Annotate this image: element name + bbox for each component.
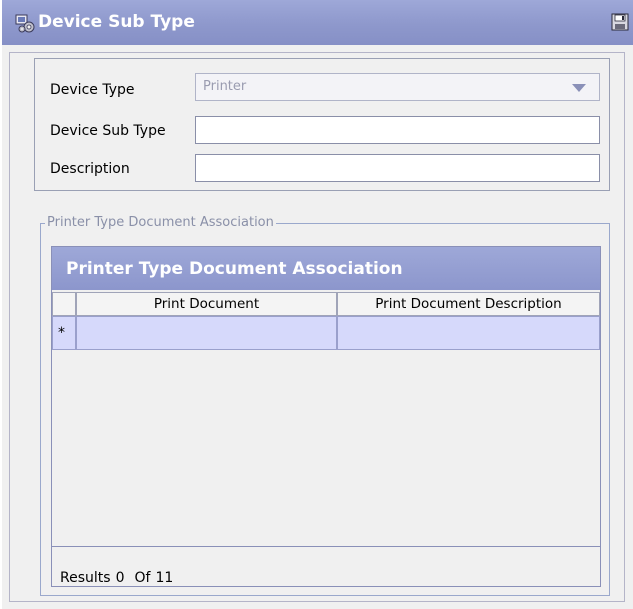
table-panel-header: Printer Type Document Association — [52, 247, 600, 290]
window-title: Device Sub Type — [38, 12, 195, 32]
save-icon[interactable] — [611, 13, 629, 31]
row-header-corner — [52, 292, 76, 316]
association-grid: Print Document Print Document Descriptio… — [52, 290, 600, 552]
results-shown: 0 — [115, 570, 125, 586]
description-input[interactable] — [195, 154, 600, 182]
device-sub-type-input[interactable] — [195, 116, 600, 144]
association-table-panel: Printer Type Document Association Print … — [51, 246, 601, 587]
device-type-select[interactable]: Printer — [195, 73, 600, 101]
device-sub-type-label: Device Sub Type — [50, 123, 166, 139]
results-label: Results — [60, 570, 111, 586]
description-label: Description — [50, 161, 130, 177]
column-header-print-document[interactable]: Print Document — [76, 292, 337, 316]
results-total: 11 — [155, 570, 174, 586]
new-row-marker: * — [58, 325, 65, 341]
device-type-value: Printer — [203, 79, 247, 94]
device-cogs-icon — [15, 14, 35, 33]
association-group-label: Printer Type Document Association — [45, 215, 276, 231]
results-status: Results 0 Of 11 — [60, 569, 173, 587]
title-bar: Device Sub Type — [2, 0, 633, 45]
chevron-down-icon[interactable] — [572, 84, 586, 92]
print-document-cell[interactable] — [76, 316, 337, 350]
results-of-label: Of — [134, 570, 151, 586]
print-document-description-cell[interactable] — [337, 316, 600, 350]
device-type-label: Device Type — [50, 82, 135, 98]
device-sub-type-window: Device Sub Type Device Type Printer Devi… — [2, 0, 633, 609]
column-header-print-document-description[interactable]: Print Document Description — [337, 292, 600, 316]
details-form: Device Type Printer Device Sub Type Desc… — [34, 58, 610, 191]
table-panel-title: Printer Type Document Association — [66, 259, 403, 279]
grid-divider — [52, 546, 600, 547]
